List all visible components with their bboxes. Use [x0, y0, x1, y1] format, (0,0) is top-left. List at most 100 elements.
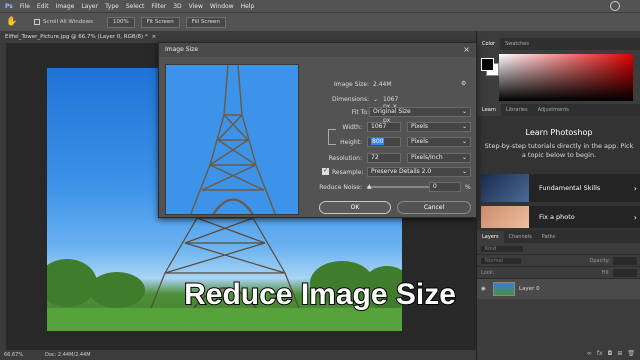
chevron-right-icon: › — [633, 212, 637, 222]
menu-edit[interactable]: Edit — [37, 3, 49, 10]
learn-panel-tabs: Learn Libraries Adjustments — [477, 104, 640, 116]
color-picker-field[interactable] — [499, 54, 633, 101]
height-unit-value: Pixels — [411, 138, 429, 145]
tab-adjustments[interactable]: Adjustments — [533, 104, 574, 116]
resample-select[interactable]: Preserve Details 2.0 ⌄ — [367, 167, 471, 177]
menu-help[interactable]: Help — [241, 3, 255, 10]
dropdown-arrow-icon: ⌄ — [461, 108, 467, 115]
status-bar: 66.67% Doc: 2.44M/2.44M — [0, 350, 476, 360]
chevron-right-icon: › — [633, 183, 637, 193]
dialog-title: Image Size — [159, 43, 476, 57]
card-thumbnail — [481, 206, 529, 228]
image-size-label: Image Size: — [333, 81, 369, 88]
doc-size-info[interactable]: Doc: 2.44M/2.44M — [45, 350, 91, 360]
card-thumbnail — [481, 174, 529, 202]
video-caption: Reduce Image Size — [183, 277, 457, 312]
width-unit-value: Pixels — [411, 123, 429, 130]
dropdown-arrow-icon: ⌄ — [461, 123, 467, 130]
close-tab-icon[interactable]: × — [152, 34, 157, 40]
card-label: Fundamental Skills — [539, 184, 601, 192]
height-input[interactable]: 800 — [367, 137, 401, 147]
height-unit-select[interactable]: Pixels ⌄ — [407, 137, 471, 147]
menu-view[interactable]: View — [189, 3, 203, 10]
scroll-all-label: Scroll All Windows — [43, 19, 93, 25]
reduce-noise-label: Reduce Noise: — [319, 184, 362, 191]
mask-icon[interactable]: ◘ — [608, 350, 613, 360]
menu-3d[interactable]: 3D — [173, 3, 181, 10]
chevron-down-icon[interactable]: ⌄ — [373, 96, 378, 103]
cancel-button[interactable]: Cancel — [397, 201, 471, 214]
blend-row: Normal Opacity: — [477, 255, 640, 267]
foreground-color-swatch[interactable] — [481, 58, 494, 71]
width-input[interactable]: 1067 — [367, 122, 401, 132]
menu-window[interactable]: Window — [210, 3, 234, 10]
dropdown-arrow-icon: ⌄ — [461, 168, 467, 175]
scroll-all-checkbox[interactable] — [34, 19, 40, 25]
search-icon[interactable] — [610, 1, 620, 11]
reduce-noise-input[interactable]: 0 — [429, 182, 461, 192]
menu-type[interactable]: Type — [105, 3, 119, 10]
options-bar: ✋ Scroll All Windows 100% Fit Screen Fil… — [0, 12, 640, 31]
menu-file[interactable]: File — [20, 3, 30, 10]
color-panel: Color Swatches — [477, 38, 640, 103]
filter-kind[interactable]: Kind — [481, 245, 523, 252]
width-unit-select[interactable]: Pixels ⌄ — [407, 122, 471, 132]
fill-screen-button[interactable]: Fill Screen — [185, 16, 226, 28]
image-size-value: 2.44M — [373, 81, 392, 88]
learn-description: Step-by-step tutorials directly in the a… — [484, 142, 634, 159]
height-label: Height: — [340, 139, 362, 146]
menu-select[interactable]: Select — [126, 3, 145, 10]
ok-button[interactable]: OK — [319, 201, 391, 214]
tab-channels[interactable]: Channels — [504, 231, 537, 243]
close-icon[interactable]: × — [463, 43, 470, 57]
ps-logo[interactable]: Ps — [5, 3, 13, 10]
trash-icon[interactable]: 🗑 — [627, 350, 635, 360]
learn-card-fix-photo[interactable]: Fix a photo › — [481, 206, 640, 228]
fit-to-select[interactable]: Original Size ⌄ — [369, 107, 471, 117]
zoom-100-button[interactable]: 100% — [106, 16, 135, 28]
layer-filter-row: Kind — [477, 243, 640, 255]
card-label: Fix a photo — [539, 213, 575, 221]
settings-gear-icon[interactable]: ⚙ — [461, 80, 466, 87]
learn-card-fundamental-skills[interactable]: Fundamental Skills › — [481, 174, 640, 202]
menu-bar: Ps File Edit Image Layer Type Select Fil… — [0, 0, 640, 12]
blend-mode-select[interactable]: Normal — [481, 257, 521, 264]
link-icon[interactable]: ∞ — [587, 350, 592, 360]
resolution-input[interactable]: 72 — [367, 153, 401, 163]
dropdown-arrow-icon: ⌄ — [461, 154, 467, 161]
menu-layer[interactable]: Layer — [81, 3, 98, 10]
tab-layers[interactable]: Layers — [477, 231, 504, 243]
fill-field[interactable] — [613, 268, 637, 277]
reduce-noise-slider-track[interactable] — [367, 186, 435, 188]
resolution-label: Resolution: — [328, 155, 362, 162]
zoom-level[interactable]: 66.67% — [4, 352, 23, 358]
tab-swatches[interactable]: Swatches — [500, 38, 534, 50]
tab-learn[interactable]: Learn — [477, 104, 501, 116]
resolution-unit-select[interactable]: Pixels/Inch ⌄ — [407, 153, 471, 163]
resample-value: Preserve Details 2.0 — [371, 168, 432, 175]
color-panel-tabs: Color Swatches — [477, 38, 640, 50]
tab-paths[interactable]: Paths — [537, 231, 561, 243]
lock-label: Lock: — [481, 269, 495, 276]
image-preview[interactable] — [165, 64, 299, 215]
eiffel-preview-photo — [166, 65, 298, 214]
fx-icon[interactable]: fx — [597, 350, 603, 360]
document-tab-title: Eiffel_Tower_Picture.jpg @ 66.7% (Layer … — [5, 34, 148, 40]
tab-libraries[interactable]: Libraries — [501, 104, 533, 116]
opacity-field[interactable] — [613, 256, 637, 265]
fit-screen-button[interactable]: Fit Screen — [140, 16, 180, 28]
menu-image[interactable]: Image — [56, 3, 75, 10]
tab-color[interactable]: Color — [477, 38, 501, 50]
fill-label: Fill: — [601, 269, 610, 276]
hand-tool-icon[interactable]: ✋ — [6, 16, 18, 28]
menu-filter[interactable]: Filter — [151, 3, 166, 10]
image-size-dialog: Image Size × Image Size: 2.44M ⚙ Dimensi… — [158, 42, 477, 218]
fit-to-value: Original Size — [373, 108, 411, 115]
height-value-selected: 800 — [371, 138, 385, 145]
learn-title: Learn Photoshop — [525, 128, 593, 137]
new-layer-icon[interactable]: ⊞ — [617, 350, 622, 360]
resolution-unit-value: Pixels/Inch — [411, 154, 443, 161]
resample-checkbox[interactable]: ✓ — [322, 168, 329, 175]
slider-handle-icon[interactable]: ▲ — [367, 183, 372, 190]
dimensions-label: Dimensions: — [331, 96, 369, 103]
